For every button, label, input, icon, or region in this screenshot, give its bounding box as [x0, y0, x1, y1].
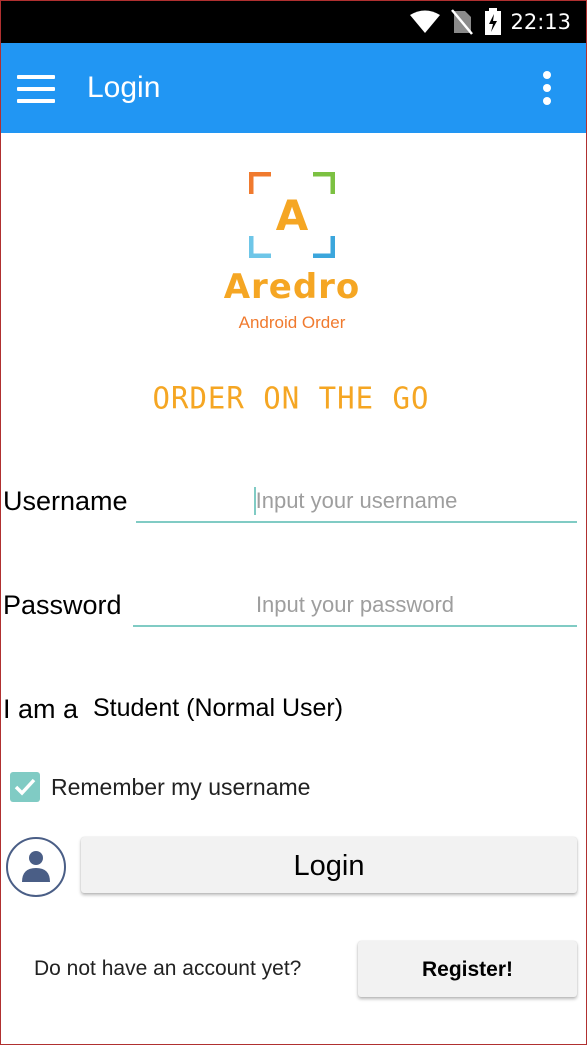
check-icon [14, 778, 36, 796]
status-bar: 22:13 [1, 1, 586, 43]
remember-checkbox[interactable] [10, 772, 40, 802]
username-input[interactable] [136, 485, 577, 523]
role-dropdown[interactable]: Student (Normal User) [93, 694, 343, 723]
text-cursor [254, 487, 256, 515]
logo-letter: A [276, 191, 309, 240]
more-vert-icon[interactable] [538, 71, 556, 107]
remember-label: Remember my username [51, 774, 311, 800]
logo-name: Aredro [223, 267, 361, 307]
app-screen: 22:13 Login A Aredro Android Order ORDER… [0, 0, 587, 1045]
password-input[interactable] [133, 589, 577, 627]
role-label: I am a [3, 694, 79, 724]
hamburger-menu-icon[interactable] [17, 75, 55, 103]
status-time: 22:13 [510, 10, 571, 34]
username-label: Username [3, 486, 128, 516]
app-bar: Login [1, 43, 586, 133]
tagline: ORDER ON THE GO [152, 380, 430, 416]
user-avatar-icon [6, 837, 66, 897]
page-title: Login [87, 71, 161, 104]
register-button[interactable]: Register! [358, 941, 577, 997]
logo-subtitle: Android Order [238, 313, 346, 332]
password-label: Password [3, 590, 122, 620]
battery-charging-icon [485, 8, 501, 35]
login-button[interactable]: Login [81, 837, 577, 893]
register-prompt: Do not have an account yet? [34, 957, 302, 980]
no-sim-icon [451, 9, 473, 35]
app-logo: A [248, 171, 336, 259]
wifi-icon [410, 10, 440, 33]
